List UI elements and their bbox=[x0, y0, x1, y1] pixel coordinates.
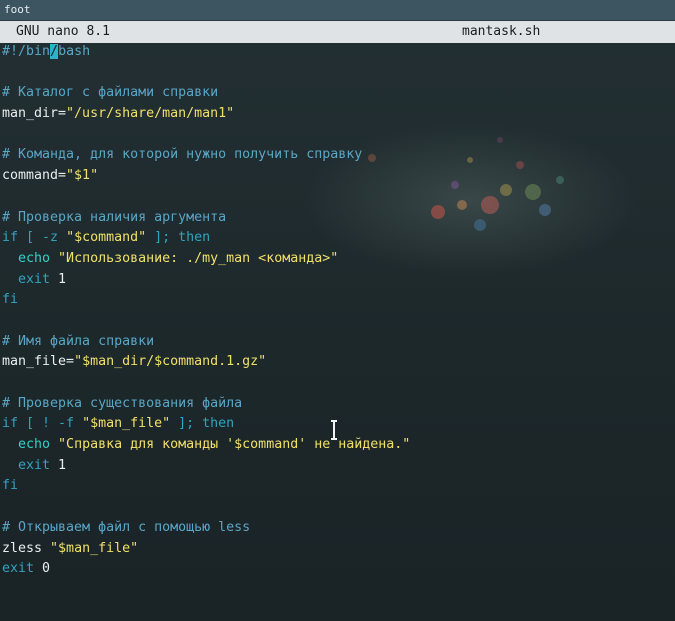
code-line[interactable]: # Проверка наличия аргумента bbox=[2, 208, 410, 229]
code-line[interactable]: # Проверка существования файла bbox=[2, 394, 410, 415]
code-line[interactable] bbox=[2, 187, 410, 208]
nano-version: GNU nano 8.1 bbox=[16, 24, 110, 39]
terminal-window: foot GNU nano 8.1 mantask.sh #!/bin/bash… bbox=[0, 0, 675, 621]
code-line[interactable]: # Имя файла справки bbox=[2, 332, 410, 353]
code-line[interactable]: #!/bin/bash bbox=[2, 42, 410, 63]
code-line[interactable]: # Команда, для которой нужно получить сп… bbox=[2, 145, 410, 166]
code-line[interactable] bbox=[2, 373, 410, 394]
bubble bbox=[525, 184, 541, 200]
window-title-bar[interactable]: foot bbox=[0, 0, 675, 21]
bubble bbox=[516, 161, 524, 169]
bubble bbox=[451, 181, 459, 189]
mouse-ibeam-icon bbox=[331, 420, 337, 440]
code-line[interactable]: echo "Использование: ./my_man <команда>" bbox=[2, 249, 410, 270]
bubble bbox=[481, 196, 499, 214]
bubble bbox=[467, 157, 473, 163]
code-line[interactable]: echo "Справка для команды '$command' не … bbox=[2, 435, 410, 456]
code-line[interactable]: exit 0 bbox=[2, 559, 410, 580]
code-line[interactable] bbox=[2, 125, 410, 146]
code-line[interactable]: man_dir="/usr/share/man/man1" bbox=[2, 104, 410, 125]
code-line[interactable]: man_file="$man_dir/$command.1.gz" bbox=[2, 352, 410, 373]
text-cursor: / bbox=[50, 44, 59, 59]
code-line[interactable] bbox=[2, 63, 410, 84]
code-line[interactable] bbox=[2, 311, 410, 332]
code-line[interactable]: exit 1 bbox=[2, 270, 410, 291]
code-line[interactable]: # Каталог с файлами справки bbox=[2, 83, 410, 104]
nano-filename: mantask.sh bbox=[462, 24, 541, 39]
code-line[interactable]: command="$1" bbox=[2, 166, 410, 187]
code-line[interactable]: if [ -z "$command" ]; then bbox=[2, 228, 410, 249]
code-line[interactable]: # Открываем файл с помощью less bbox=[2, 518, 410, 539]
window-title: foot bbox=[4, 3, 31, 16]
bubble bbox=[457, 200, 467, 210]
code-line[interactable]: zless "$man_file" bbox=[2, 539, 410, 560]
editor-text-area[interactable]: #!/bin/bash # Каталог с файлами справки … bbox=[2, 42, 410, 580]
bubble bbox=[497, 137, 503, 143]
code-line[interactable]: if [ ! -f "$man_file" ]; then bbox=[2, 414, 410, 435]
code-line[interactable]: fi bbox=[2, 290, 410, 311]
bubble bbox=[474, 219, 486, 231]
bubble bbox=[539, 204, 551, 216]
bubble bbox=[556, 176, 564, 184]
code-line[interactable]: fi bbox=[2, 476, 410, 497]
bubble bbox=[500, 184, 512, 196]
bubble bbox=[431, 205, 445, 219]
code-line[interactable]: exit 1 bbox=[2, 456, 410, 477]
code-line[interactable] bbox=[2, 497, 410, 518]
nano-header-bar: GNU nano 8.1 mantask.sh bbox=[0, 21, 675, 43]
